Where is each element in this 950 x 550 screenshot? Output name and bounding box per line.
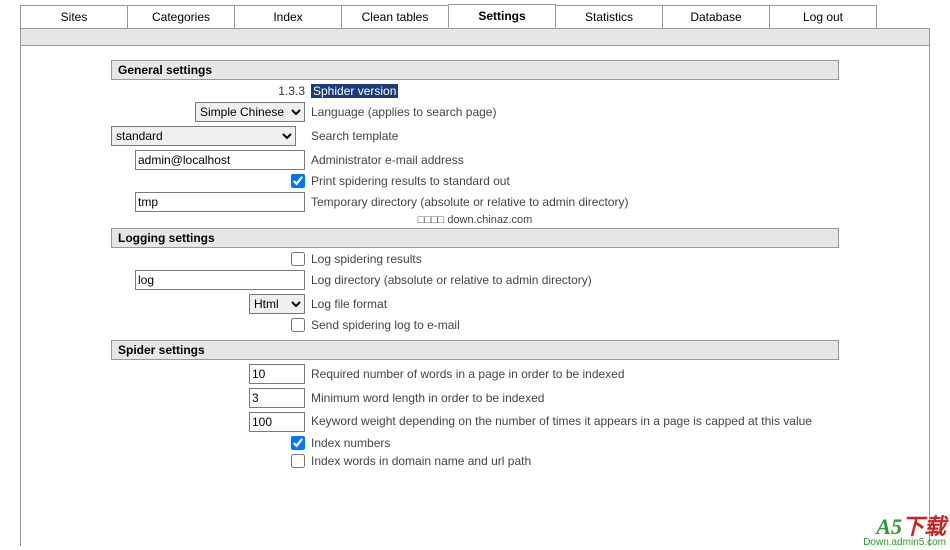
tab-index[interactable]: Index	[234, 5, 342, 29]
keyword-weight-label: Keyword weight depending on the number o…	[311, 414, 839, 430]
required-words-input[interactable]	[249, 364, 305, 384]
log-dir-label: Log directory (absolute or relative to a…	[311, 273, 839, 287]
index-domain-checkbox[interactable]	[291, 454, 305, 468]
log-format-select[interactable]: Html	[249, 294, 305, 314]
admin-email-label: Administrator e-mail address	[311, 153, 839, 167]
section-spider-header: Spider settings	[111, 340, 839, 360]
log-results-checkbox[interactable]	[291, 252, 305, 266]
language-select[interactable]: Simple Chinese	[195, 102, 305, 122]
required-words-label: Required number of words in a page in or…	[311, 367, 839, 381]
section-general-header: General settings	[111, 60, 839, 80]
tab-clean-tables[interactable]: Clean tables	[341, 5, 449, 29]
index-numbers-checkbox[interactable]	[291, 436, 305, 450]
template-label: Search template	[311, 129, 839, 143]
sub-toolbar	[20, 28, 930, 46]
index-numbers-label: Index numbers	[311, 436, 839, 450]
bottom-watermark: A5下载 Down.admin5.com	[863, 516, 946, 548]
tmp-dir-label: Temporary directory (absolute or relativ…	[311, 195, 839, 209]
template-select[interactable]: standard	[111, 126, 296, 146]
tab-sites[interactable]: Sites	[20, 5, 128, 29]
log-format-label: Log file format	[311, 297, 839, 311]
tab-database[interactable]: Database	[662, 5, 770, 29]
send-log-email-checkbox[interactable]	[291, 318, 305, 332]
keyword-weight-input[interactable]	[249, 412, 305, 432]
min-word-length-input[interactable]	[249, 388, 305, 408]
section-logging-header: Logging settings	[111, 228, 839, 248]
print-stdout-checkbox[interactable]	[291, 174, 305, 188]
version-value: 1.3.3	[278, 84, 305, 98]
center-watermark: □□□□ down.chinaz.com	[111, 214, 839, 226]
send-log-email-label: Send spidering log to e-mail	[311, 318, 839, 332]
min-word-length-label: Minimum word length in order to be index…	[311, 391, 839, 405]
print-stdout-label: Print spidering results to standard out	[311, 174, 839, 188]
index-domain-label: Index words in domain name and url path	[311, 454, 839, 468]
tmp-dir-input[interactable]	[135, 192, 305, 212]
log-results-label: Log spidering results	[311, 252, 839, 266]
language-label: Language (applies to search page)	[311, 105, 839, 119]
tab-logout[interactable]: Log out	[769, 5, 877, 29]
admin-email-input[interactable]	[135, 150, 305, 170]
tab-categories[interactable]: Categories	[127, 5, 235, 29]
tab-statistics[interactable]: Statistics	[555, 5, 663, 29]
log-dir-input[interactable]	[135, 270, 305, 290]
version-label: Sphider version	[311, 84, 398, 98]
tab-settings[interactable]: Settings	[448, 4, 556, 28]
